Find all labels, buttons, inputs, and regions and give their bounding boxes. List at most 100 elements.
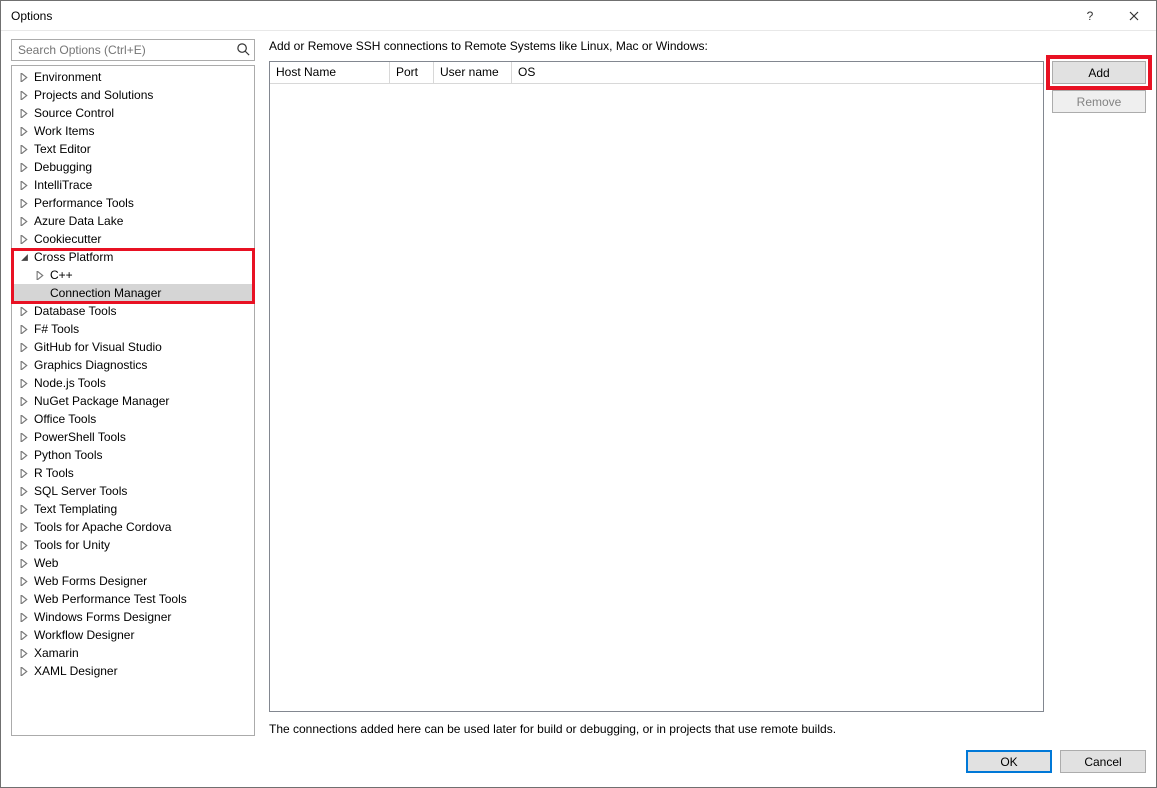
chevron-right-icon[interactable] <box>18 143 30 155</box>
chevron-right-icon[interactable] <box>34 269 46 281</box>
chevron-right-icon[interactable] <box>18 125 30 137</box>
chevron-right-icon[interactable] <box>18 377 30 389</box>
tree-item[interactable]: Work Items <box>12 122 254 140</box>
chevron-right-icon[interactable] <box>18 89 30 101</box>
tree-item[interactable]: Web <box>12 554 254 572</box>
chevron-right-icon[interactable] <box>18 305 30 317</box>
tree-item[interactable]: Workflow Designer <box>12 626 254 644</box>
tree-item[interactable]: Text Templating <box>12 500 254 518</box>
tree-item-label: NuGet Package Manager <box>34 394 169 408</box>
tree-item-label: Tools for Unity <box>34 538 110 552</box>
tree-item[interactable]: R Tools <box>12 464 254 482</box>
chevron-right-icon[interactable] <box>18 521 30 533</box>
chevron-right-icon[interactable] <box>18 665 30 677</box>
search-input[interactable] <box>11 39 255 61</box>
connections-table[interactable]: Host Name Port User name OS <box>269 61 1044 712</box>
tree-item[interactable]: Python Tools <box>12 446 254 464</box>
tree-item-label: Cross Platform <box>34 250 113 264</box>
tree-item-label: Source Control <box>34 106 114 120</box>
tree-item[interactable]: Tools for Unity <box>12 536 254 554</box>
tree-item-label: Tools for Apache Cordova <box>34 520 171 534</box>
col-port[interactable]: Port <box>390 62 434 84</box>
tree-item[interactable]: Projects and Solutions <box>12 86 254 104</box>
chevron-right-icon[interactable] <box>18 431 30 443</box>
tree-item[interactable]: GitHub for Visual Studio <box>12 338 254 356</box>
tree-item[interactable]: Environment <box>12 68 254 86</box>
tree-item-label: Node.js Tools <box>34 376 106 390</box>
chevron-right-icon[interactable] <box>18 593 30 605</box>
tree-item[interactable]: Cross Platform <box>12 248 254 266</box>
chevron-right-icon[interactable] <box>18 647 30 659</box>
tree-item[interactable]: PowerShell Tools <box>12 428 254 446</box>
chevron-right-icon[interactable] <box>18 71 30 83</box>
col-username[interactable]: User name <box>434 62 512 84</box>
chevron-right-icon[interactable] <box>18 395 30 407</box>
tree-item[interactable]: Office Tools <box>12 410 254 428</box>
cancel-button[interactable]: Cancel <box>1060 750 1146 773</box>
tree-item[interactable]: IntelliTrace <box>12 176 254 194</box>
tree-item[interactable]: F# Tools <box>12 320 254 338</box>
dialog-footer: OK Cancel <box>1 736 1156 787</box>
tree-item[interactable]: Tools for Apache Cordova <box>12 518 254 536</box>
chevron-right-icon[interactable] <box>18 449 30 461</box>
chevron-right-icon[interactable] <box>18 575 30 587</box>
table-header: Host Name Port User name OS <box>270 62 1043 84</box>
col-hostname[interactable]: Host Name <box>270 62 390 84</box>
col-os[interactable]: OS <box>512 62 1043 84</box>
tree-item[interactable]: Web Forms Designer <box>12 572 254 590</box>
chevron-right-icon[interactable] <box>18 179 30 191</box>
chevron-right-icon[interactable] <box>18 539 30 551</box>
chevron-right-icon[interactable] <box>18 323 30 335</box>
chevron-right-icon[interactable] <box>18 233 30 245</box>
chevron-right-icon[interactable] <box>18 215 30 227</box>
tree-item[interactable]: Performance Tools <box>12 194 254 212</box>
tree-item-label: Cookiecutter <box>34 232 101 246</box>
ok-button[interactable]: OK <box>966 750 1052 773</box>
chevron-right-icon[interactable] <box>18 503 30 515</box>
chevron-right-icon[interactable] <box>18 341 30 353</box>
chevron-right-icon[interactable] <box>18 413 30 425</box>
chevron-right-icon[interactable] <box>18 557 30 569</box>
options-tree[interactable]: Environment Projects and Solutions Source … <box>11 65 255 736</box>
chevron-right-icon[interactable] <box>18 359 30 371</box>
tree-item-label: Environment <box>34 70 101 84</box>
tree-item[interactable]: SQL Server Tools <box>12 482 254 500</box>
tree-item[interactable]: Connection Manager <box>12 284 254 302</box>
chevron-right-icon[interactable] <box>18 467 30 479</box>
tree-item-label: IntelliTrace <box>34 178 92 192</box>
tree-item-label: Text Editor <box>34 142 91 156</box>
tree-item[interactable]: Azure Data Lake <box>12 212 254 230</box>
tree-item[interactable]: Xamarin <box>12 644 254 662</box>
tree-item[interactable]: XAML Designer <box>12 662 254 680</box>
help-button[interactable]: ? <box>1068 1 1112 31</box>
tree-item[interactable]: Source Control <box>12 104 254 122</box>
tree-item[interactable]: Database Tools <box>12 302 254 320</box>
tree-item[interactable]: Node.js Tools <box>12 374 254 392</box>
chevron-right-icon[interactable] <box>18 485 30 497</box>
tree-item-label: Debugging <box>34 160 92 174</box>
close-button[interactable] <box>1112 1 1156 31</box>
add-button[interactable]: Add <box>1052 61 1146 84</box>
tree-item[interactable]: C++ <box>12 266 254 284</box>
tree-item[interactable]: Cookiecutter <box>12 230 254 248</box>
tree-item-label: SQL Server Tools <box>34 484 127 498</box>
chevron-right-icon[interactable] <box>18 197 30 209</box>
chevron-right-icon[interactable] <box>34 287 46 299</box>
chevron-right-icon[interactable] <box>18 629 30 641</box>
chevron-down-icon[interactable] <box>18 251 30 263</box>
tree-item-label: Connection Manager <box>50 286 161 300</box>
tree-item[interactable]: Text Editor <box>12 140 254 158</box>
tree-item[interactable]: Graphics Diagnostics <box>12 356 254 374</box>
chevron-right-icon[interactable] <box>18 107 30 119</box>
tree-item[interactable]: Windows Forms Designer <box>12 608 254 626</box>
window-title: Options <box>11 9 52 23</box>
tree-item-label: XAML Designer <box>34 664 118 678</box>
tree-item[interactable]: NuGet Package Manager <box>12 392 254 410</box>
chevron-right-icon[interactable] <box>18 611 30 623</box>
chevron-right-icon[interactable] <box>18 161 30 173</box>
tree-item-label: Azure Data Lake <box>34 214 123 228</box>
tree-item[interactable]: Debugging <box>12 158 254 176</box>
tree-item[interactable]: Web Performance Test Tools <box>12 590 254 608</box>
page-description: Add or Remove SSH connections to Remote … <box>269 39 1146 53</box>
page-hint: The connections added here can be used l… <box>269 722 1146 736</box>
